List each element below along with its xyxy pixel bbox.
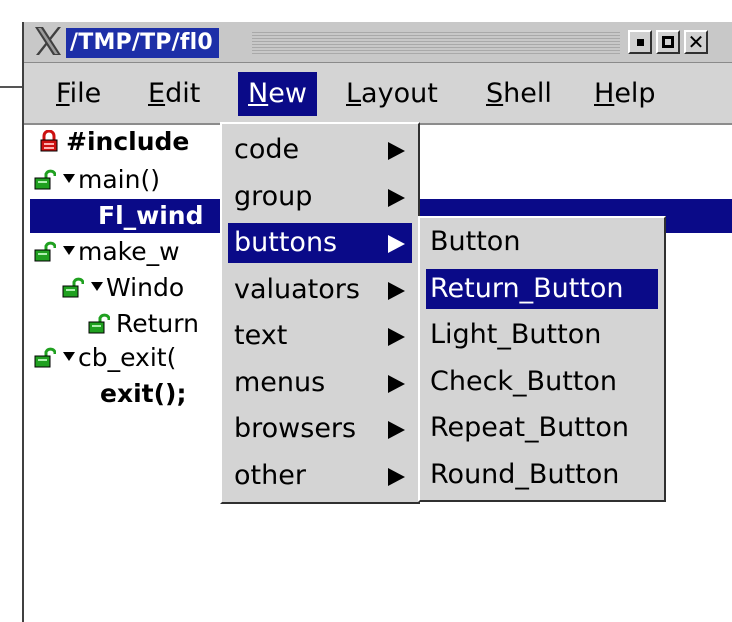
tree-row-label: exit();: [100, 379, 187, 408]
menu-item-label: other: [234, 459, 306, 491]
green-lock-icon: [34, 347, 56, 368]
buttons-submenu-item-round-button[interactable]: Round_Button: [426, 455, 658, 495]
submenu-arrow-icon: [388, 188, 405, 207]
tree-row-label: #include: [66, 127, 190, 156]
submenu-arrow-icon: [388, 235, 405, 253]
buttons-submenu-item-return-button[interactable]: Return_Button: [426, 268, 658, 309]
menu-edit[interactable]: Edit: [138, 72, 210, 116]
new-menu-item-code[interactable]: code: [228, 130, 412, 170]
new-menu-item-menus[interactable]: menus: [228, 363, 412, 403]
submenu-arrow-icon: [388, 328, 405, 346]
menu-item-label: text: [234, 320, 288, 351]
tree-row-label: cb_exit(: [78, 343, 177, 372]
menu-item-label: group: [234, 180, 313, 212]
menu-label-rest: elp: [614, 78, 656, 109]
minimize-button[interactable]: [628, 30, 652, 54]
green-lock-icon: [34, 241, 56, 262]
menu-item-label: browsers: [234, 413, 357, 444]
red-lock-icon: [40, 130, 58, 152]
desktop-background: [0, 0, 732, 22]
menu-new[interactable]: New: [238, 72, 317, 116]
new-menu-item-other[interactable]: other: [228, 456, 412, 496]
menu-item-label: valuators: [234, 273, 360, 305]
submenu-arrow-icon: [388, 281, 405, 300]
window-title: /TMP/TP/fl0: [66, 28, 219, 58]
tree-row-make-window[interactable]: make_w: [34, 237, 180, 267]
maximize-icon: [662, 36, 674, 48]
tree-row-label: make_w: [78, 237, 180, 266]
background-window-edge: [0, 86, 22, 88]
menu-layout[interactable]: Layout: [336, 72, 448, 116]
menu-label-rest: ile: [69, 78, 102, 109]
menu-label-rest: ayout: [361, 78, 438, 109]
new-menu-item-buttons[interactable]: buttons: [228, 223, 412, 263]
close-icon: ✕: [687, 30, 705, 54]
submenu-arrow-icon: [388, 142, 405, 160]
buttons-submenu-item-light-button[interactable]: Light_Button: [426, 315, 658, 355]
menu-mnemonic: L: [346, 78, 362, 109]
menu-item-label: Check_Button: [430, 365, 617, 397]
expand-triangle-icon[interactable]: [62, 349, 76, 363]
menu-mnemonic: F: [56, 78, 70, 109]
submenu-arrow-icon: [388, 374, 405, 393]
green-lock-icon: [88, 313, 110, 334]
new-menu-item-browsers[interactable]: browsers: [228, 409, 412, 449]
buttons-submenu: Button Return_Button Light_Button Check_But…: [418, 216, 666, 502]
tree-row-include[interactable]: #include: [38, 127, 189, 157]
menu-label-rest: hell: [503, 78, 552, 109]
buttons-submenu-item-repeat-button[interactable]: Repeat_Button: [426, 408, 658, 448]
title-bar[interactable]: /TMP/TP/fl0 ✕: [24, 22, 732, 63]
tree-row-label: main(): [78, 165, 160, 194]
tree-row-selected[interactable]: Fl_wind: [98, 201, 204, 231]
new-menu-item-text[interactable]: text: [228, 316, 412, 356]
buttons-submenu-item-check-button[interactable]: Check_Button: [426, 362, 658, 402]
menu-item-label: Return_Button: [430, 272, 624, 304]
menu-mnemonic: S: [486, 78, 504, 109]
title-bar-stripes: [252, 32, 620, 54]
menu-item-label: Round_Button: [430, 458, 620, 490]
expand-triangle-icon[interactable]: [62, 171, 76, 185]
buttons-submenu-item-button[interactable]: Button: [426, 222, 658, 262]
tree-row-cb-exit[interactable]: cb_exit(: [34, 343, 176, 373]
menu-mnemonic: E: [148, 78, 166, 109]
menu-item-label: Repeat_Button: [430, 412, 629, 443]
submenu-arrow-icon: [388, 467, 405, 486]
menu-mnemonic: H: [594, 78, 615, 109]
tree-row-label: Windo: [106, 273, 185, 302]
minimize-icon: [636, 38, 644, 46]
menu-bar: File Edit New Layout Shell Help: [24, 63, 732, 125]
green-lock-icon: [34, 169, 56, 190]
menu-help[interactable]: Help: [584, 72, 666, 116]
menu-shell[interactable]: Shell: [476, 72, 562, 116]
tree-row-return[interactable]: Return: [88, 309, 199, 339]
menu-item-label: Light_Button: [430, 319, 602, 350]
tree-row-main[interactable]: main(): [34, 165, 160, 195]
menu-file[interactable]: File: [46, 72, 111, 116]
menu-item-label: menus: [234, 366, 326, 398]
menu-label-rest: dit: [165, 78, 201, 109]
menu-label-rest: ew: [268, 78, 307, 109]
new-menu-item-valuators[interactable]: valuators: [228, 270, 412, 310]
submenu-arrow-icon: [388, 421, 405, 439]
green-lock-icon: [62, 277, 84, 298]
menu-mnemonic: N: [248, 78, 269, 109]
expand-triangle-icon[interactable]: [62, 243, 76, 257]
tree-row-label: Return: [116, 309, 199, 338]
close-button[interactable]: ✕: [684, 30, 708, 54]
x-logo-icon[interactable]: [32, 25, 64, 57]
menu-item-label: Button: [430, 226, 521, 257]
menu-item-label: code: [234, 134, 300, 165]
tree-row-window[interactable]: Windo: [62, 273, 184, 303]
expand-triangle-icon[interactable]: [90, 279, 104, 293]
new-menu-dropdown: code group buttons valuators text menus browse…: [220, 122, 420, 504]
new-menu-item-group[interactable]: group: [228, 177, 412, 217]
menu-item-label: buttons: [234, 227, 338, 258]
maximize-button[interactable]: [656, 30, 680, 54]
tree-row-exit[interactable]: exit();: [100, 379, 186, 409]
